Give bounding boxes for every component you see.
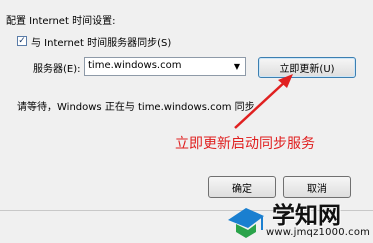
internet-time-settings-dialog: 配置 Internet 时间设置: ✓ 与 Internet 时间服务器同步(S… [0,0,373,243]
watermark-url: www.jmqz1000.com [266,227,371,238]
watermark-brand: 学知网 [272,202,341,229]
ok-button[interactable]: 确定 [208,176,276,198]
cancel-button-label: 取消 [307,183,327,195]
graduation-cap-logo-icon [228,208,264,238]
watermark-logo: 学知网 www.jmqz1000.com [222,196,373,243]
ok-button-label: 确定 [232,183,252,195]
cancel-button[interactable]: 取消 [283,176,351,198]
